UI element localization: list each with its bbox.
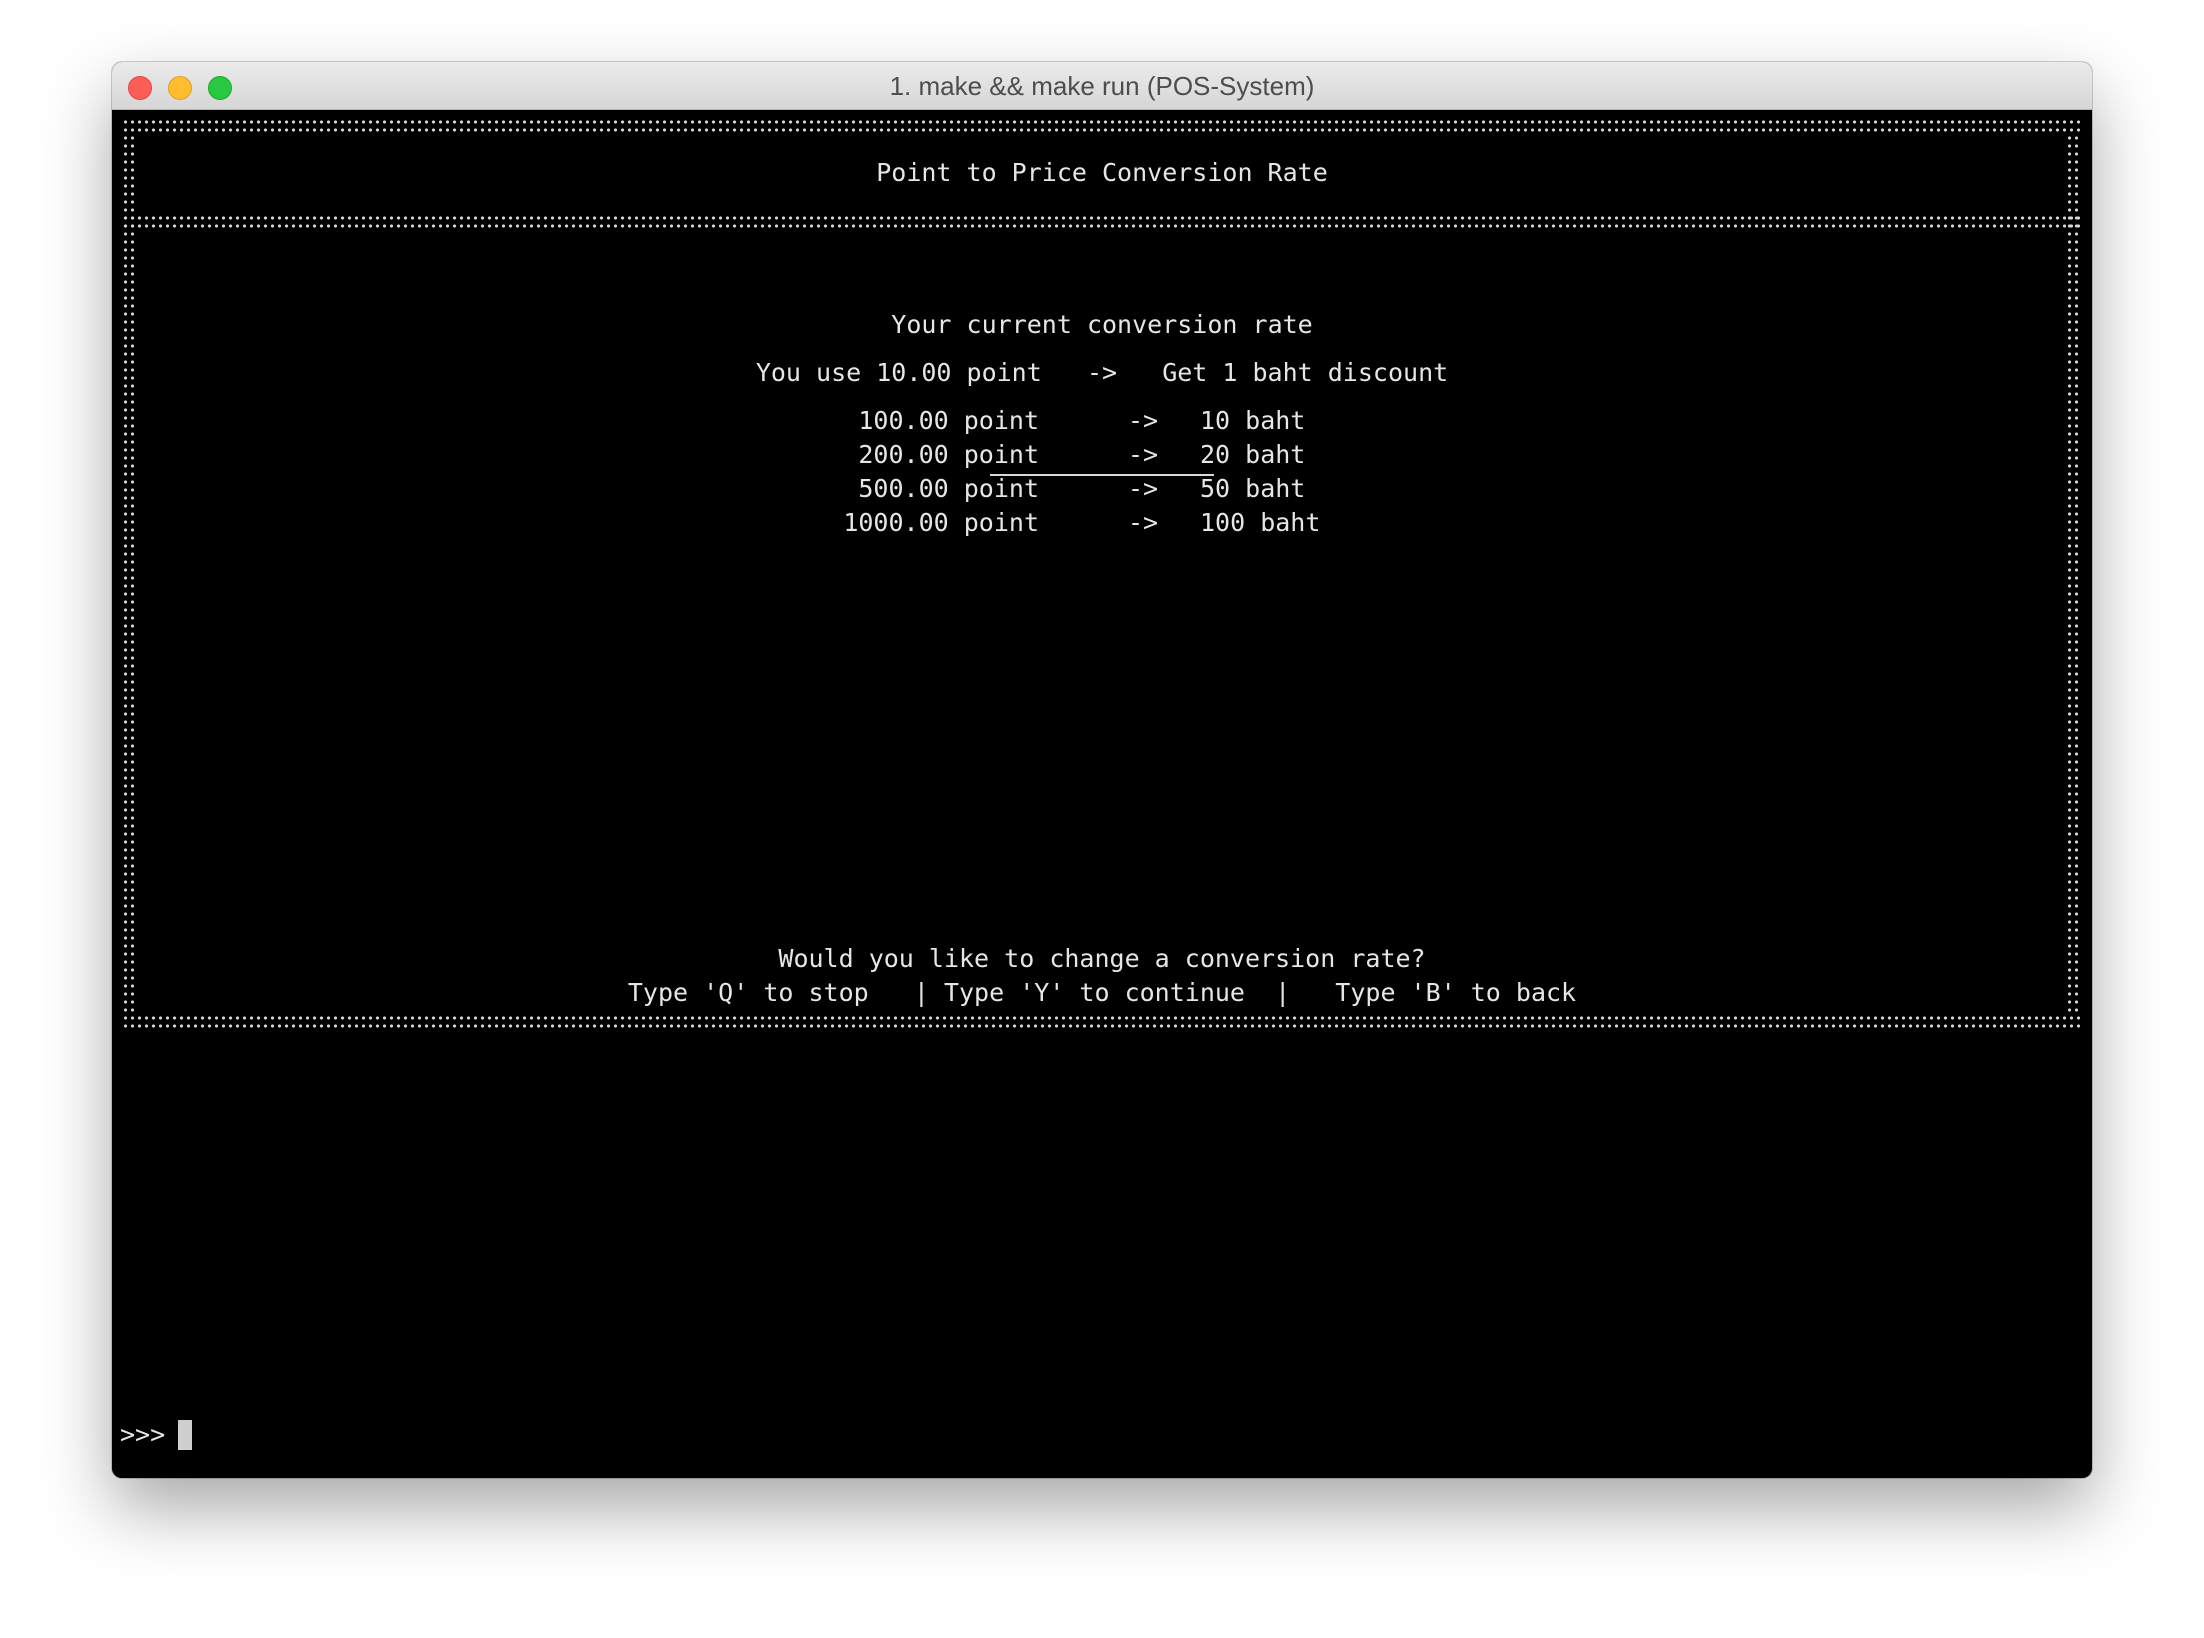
command-prompt: >>> <box>120 1420 166 1449</box>
rate-row: 100.00 point -> 10 baht <box>112 404 2092 438</box>
title-bar[interactable]: 1. make && make run (POS-System) <box>112 62 2092 110</box>
rate-points: 500.00 point <box>858 474 1039 503</box>
rate-arrow: -> <box>1128 474 1159 503</box>
rate-row: 500.00 point -> 50 baht <box>112 472 2092 506</box>
rate-baht: 20 baht <box>1200 440 1306 469</box>
rate-row: 200.00 point -> 20 baht <box>112 438 2092 472</box>
bottom-border <box>122 1014 2082 1030</box>
top-border <box>122 118 2082 134</box>
rate-baht: 100 baht <box>1200 508 1321 537</box>
terminal-window: 1. make && make run (POS-System) Point t… <box>112 62 2092 1478</box>
rate-points: 200.00 point <box>858 440 1039 469</box>
header-divider-border <box>122 214 2082 230</box>
rate-row: 1000.00 point -> 100 baht <box>112 506 2092 540</box>
terminal-screen[interactable]: Point to Price Conversion Rate Your curr… <box>112 110 2092 1478</box>
rate-arrow: -> <box>1128 440 1159 469</box>
text-cursor[interactable] <box>178 1420 192 1450</box>
right-border <box>2066 134 2082 1014</box>
window-title: 1. make && make run (POS-System) <box>889 71 1315 101</box>
rate-baht: 50 baht <box>1200 474 1306 503</box>
rate-points: 1000.00 point <box>843 508 1039 537</box>
rate-points: 100.00 point <box>858 406 1039 435</box>
current-rate-label: Your current conversion rate <box>891 310 1313 339</box>
rate-baht: 10 baht <box>1200 406 1306 435</box>
rate-arrow: -> <box>1128 508 1159 537</box>
rate-arrow: -> <box>1128 406 1159 435</box>
current-rate-line: You use 10.00 point -> Get 1 baht discou… <box>755 358 1449 387</box>
change-question: Would you like to change a conversion ra… <box>778 944 1426 973</box>
options-line: Type 'Q' to stop | Type 'Y' to continue … <box>627 978 1577 1007</box>
screen-title: Point to Price Conversion Rate <box>876 158 1328 187</box>
